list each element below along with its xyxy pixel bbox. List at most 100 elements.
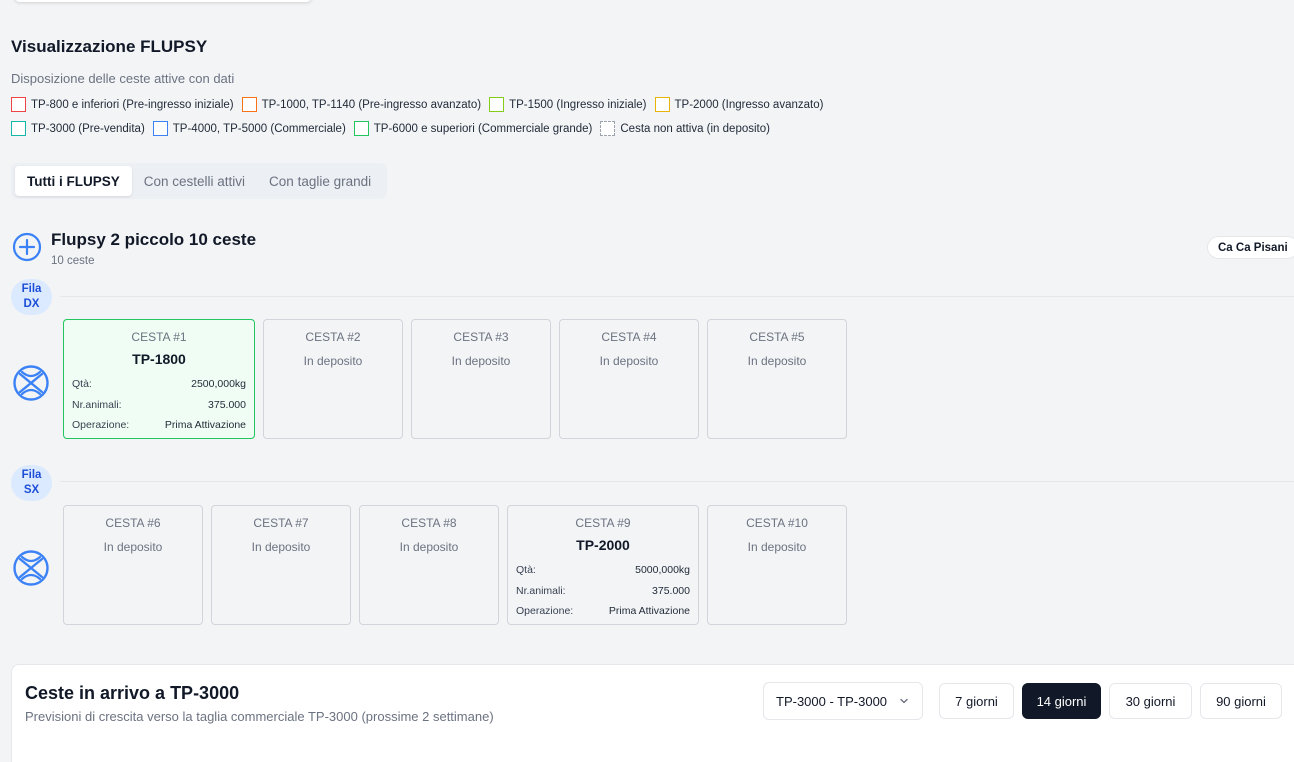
arrivals-card: Ceste in arrivo a TP-3000 Previsioni di … [11, 664, 1294, 762]
tab-active-baskets[interactable]: Con cestelli attivi [132, 166, 257, 196]
flupsy-filter-tabs: Tutti i FLUPSY Con cestelli attivi Con t… [11, 163, 388, 199]
legend-swatch [654, 97, 670, 112]
legend-item: TP-4000, TP-5000 (Commerciale) [152, 121, 346, 136]
tab-all-flupsy[interactable]: Tutti i FLUPSY [15, 166, 132, 196]
page-title: Visualizzazione FLUPSY [11, 37, 208, 56]
basket-card-8[interactable]: CESTA #8 In deposito [359, 505, 499, 625]
target-size-select[interactable]: TP-3000 - TP-3000 [763, 682, 923, 720]
row-label-side: SX [23, 484, 40, 496]
basket-name: CESTA #6 [105, 516, 161, 530]
basket-name: CESTA #3 [453, 330, 509, 344]
days-90-button[interactable]: 90 giorni [1200, 683, 1282, 719]
chevron-down-icon [900, 698, 908, 704]
legend-swatch [11, 121, 26, 136]
basket-card-10[interactable]: CESTA #10 In deposito [707, 505, 847, 625]
legend-swatch [600, 121, 616, 136]
operation-label: Operazione: [72, 419, 130, 432]
basket-name: CESTA #1 [131, 330, 187, 344]
legend-item: TP-6000 e superiori (Commerciale grande) [353, 121, 593, 136]
propeller-icon [13, 365, 49, 401]
location-badge: Ca Ca Pisani [1207, 236, 1294, 259]
legend-label: TP-800 e inferiori (Pre-ingresso inizial… [31, 98, 234, 111]
basket-card-4[interactable]: CESTA #4 In deposito [559, 319, 699, 439]
basket-status: In deposito [747, 354, 807, 368]
arrivals-subtitle: Previsioni di crescita verso la taglia c… [25, 709, 494, 724]
days-30-button[interactable]: 30 giorni [1109, 683, 1192, 719]
arrivals-title: Ceste in arrivo a TP-3000 [25, 683, 240, 703]
basket-name: CESTA #9 [575, 516, 631, 530]
basket-status: In deposito [303, 354, 363, 368]
basket-status: In deposito [399, 540, 459, 554]
basket-status: In deposito [251, 540, 311, 554]
basket-card-7[interactable]: CESTA #7 In deposito [211, 505, 351, 625]
legend-swatch [241, 97, 257, 112]
top-card-edge [14, 0, 312, 2]
legend-row-1: TP-800 e inferiori (Pre-ingresso inizial… [11, 97, 831, 112]
basket-name: CESTA #4 [601, 330, 657, 344]
legend-item: Cesta non attiva (in deposito) [600, 121, 770, 136]
basket-card-9[interactable]: CESTA #9 TP-2000 Qtà: 5000,000kg Nr.anima… [507, 505, 699, 625]
animals-label: Nr.animali: [516, 584, 566, 597]
days-14-button[interactable]: 14 giorni [1022, 683, 1101, 719]
legend-swatch [11, 97, 26, 112]
animals-value: 375.000 [208, 398, 246, 411]
operation-label: Operazione: [516, 605, 574, 618]
tab-large-sizes[interactable]: Con taglie grandi [257, 166, 383, 196]
row-label-text: Fila [21, 283, 42, 295]
basket-card-6[interactable]: CESTA #6 In deposito [63, 505, 203, 625]
select-value: TP-3000 - TP-3000 [776, 693, 888, 709]
qty-label: Qtà: [516, 564, 536, 577]
basket-operation-row: Operazione: Prima Attivazione [516, 601, 690, 622]
legend-item: TP-2000 (Ingresso avanzato) [654, 97, 824, 112]
basket-operation-row: Operazione: Prima Attivazione [72, 415, 246, 436]
qty-value: 2500,000kg [191, 378, 246, 391]
animals-value: 375.000 [652, 584, 690, 597]
qty-label: Qtà: [72, 378, 92, 391]
legend-label: TP-1000, TP-1140 (Pre-ingresso avanzato) [261, 98, 482, 111]
legend-label: TP-2000 (Ingresso avanzato) [674, 98, 824, 111]
basket-name: CESTA #5 [749, 330, 805, 344]
legend-item: TP-1500 (Ingresso iniziale) [489, 97, 647, 112]
row-label-side: DX [23, 298, 40, 310]
legend-label: TP-4000, TP-5000 (Commerciale) [172, 122, 346, 135]
legend-label: TP-1500 (Ingresso iniziale) [509, 98, 647, 111]
legend-label: TP-6000 e superiori (Commerciale grande) [373, 122, 593, 135]
basket-card-3[interactable]: CESTA #3 In deposito [411, 319, 551, 439]
basket-status: In deposito [599, 354, 659, 368]
legend-item: TP-1000, TP-1140 (Pre-ingresso avanzato) [241, 97, 482, 112]
basket-card-2[interactable]: CESTA #2 In deposito [263, 319, 403, 439]
legend-swatch [489, 97, 505, 112]
basket-name: CESTA #10 [746, 516, 808, 530]
legend-item: TP-3000 (Pre-vendita) [11, 121, 145, 136]
row-divider [60, 296, 1294, 297]
basket-qty-row: Qtà: 2500,000kg [72, 374, 246, 395]
basket-status: In deposito [747, 540, 807, 554]
operation-value: Prima Attivazione [164, 419, 246, 432]
row-label-sx: Fila SX [11, 465, 52, 501]
basket-name: CESTA #7 [253, 516, 309, 530]
animals-label: Nr.animali: [72, 398, 122, 411]
basket-status: In deposito [451, 354, 511, 368]
basket-qty-row: Qtà: 5000,000kg [516, 560, 690, 581]
basket-name: CESTA #8 [401, 516, 457, 530]
basket-size: TP-1800 [132, 351, 186, 367]
plus-circle-icon[interactable] [12, 232, 42, 262]
basket-card-1[interactable]: CESTA #1 TP-1800 Qtà: 2500,000kg Nr.anima… [63, 319, 255, 439]
page-subtitle: Disposizione delle ceste attive con dati [11, 71, 235, 86]
basket-animals-row: Nr.animali: 375.000 [516, 581, 690, 602]
basket-name: CESTA #2 [305, 330, 361, 344]
propeller-icon [13, 550, 49, 586]
basket-size: TP-2000 [576, 537, 630, 553]
basket-animals-row: Nr.animali: 375.000 [72, 395, 246, 416]
legend-swatch [152, 121, 168, 136]
basket-card-5[interactable]: CESTA #5 In deposito [707, 319, 847, 439]
legend-label: Cesta non attiva (in deposito) [620, 122, 770, 135]
legend-row-2: TP-3000 (Pre-vendita) TP-4000, TP-5000 (… [11, 121, 778, 136]
row-divider [60, 481, 1294, 482]
row-label-text: Fila [21, 469, 42, 481]
flupsy-name: Flupsy 2 piccolo 10 ceste [51, 230, 257, 249]
days-7-button[interactable]: 7 giorni [939, 683, 1014, 719]
qty-value: 5000,000kg [635, 564, 690, 577]
operation-value: Prima Attivazione [608, 605, 690, 618]
row-label-dx: Fila DX [11, 279, 52, 315]
